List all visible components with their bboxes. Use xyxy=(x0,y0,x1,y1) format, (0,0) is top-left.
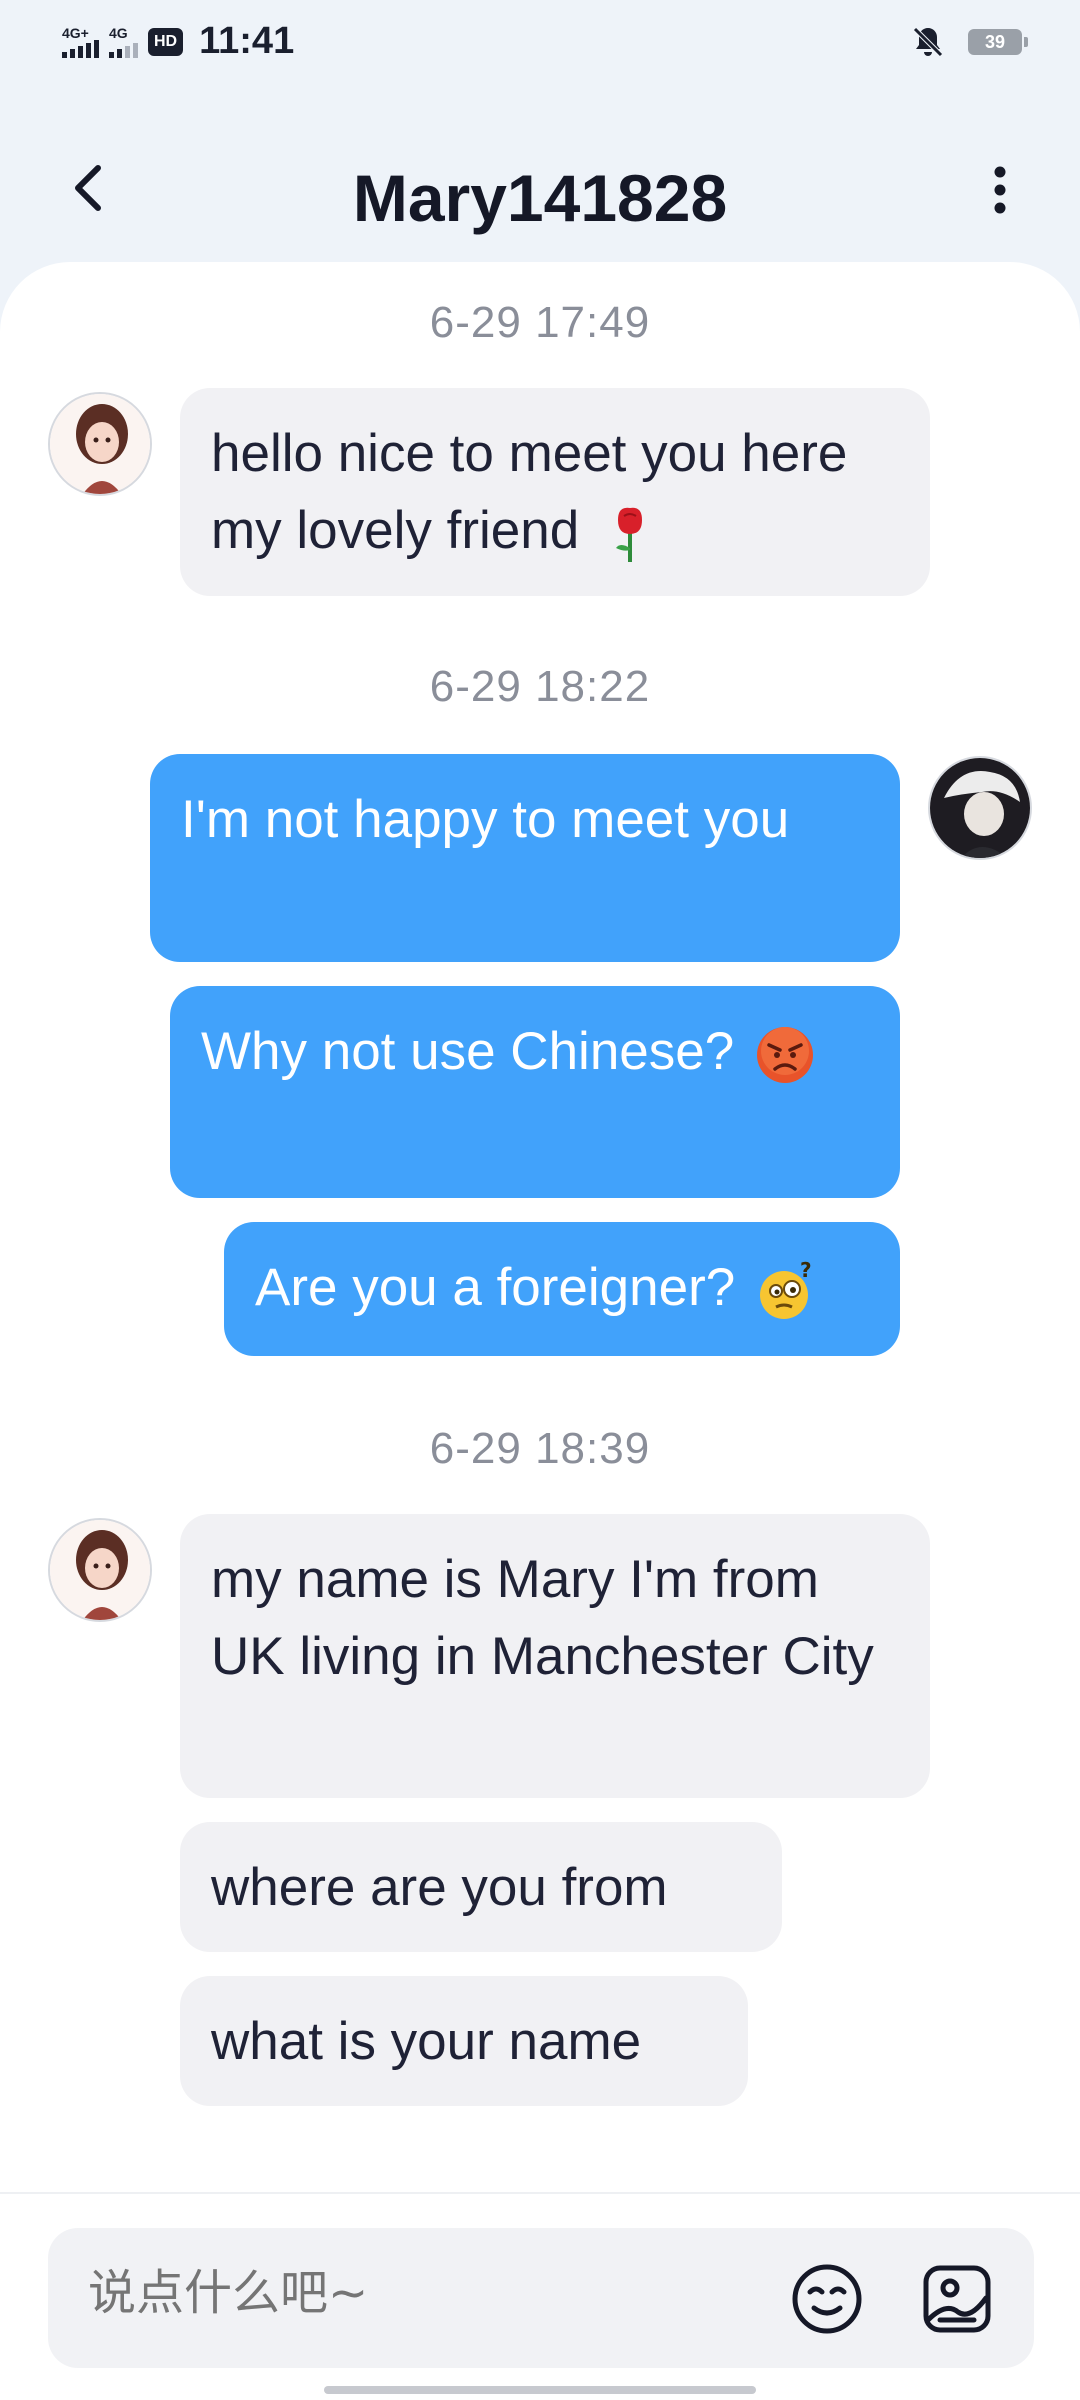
message-text: Are you a foreigner? xyxy=(255,1258,736,1317)
avatar-image xyxy=(50,1520,150,1620)
hd-badge: HD xyxy=(148,27,184,56)
message-bubble-incoming[interactable]: where are you from xyxy=(180,1822,782,1952)
timestamp: 6-29 18:22 xyxy=(429,662,651,711)
message-text: hello nice to meet you here my lovely fr… xyxy=(211,424,848,560)
chat-title: Mary141828 xyxy=(352,161,728,235)
network-type-2: 4G xyxy=(109,24,128,41)
message-bubble-outgoing[interactable]: Are you a foreigner? ? xyxy=(224,1222,900,1356)
avatar-image xyxy=(50,394,150,494)
svg-text:?: ? xyxy=(800,1259,812,1282)
message-bubble-incoming[interactable]: my name is Mary I'm from UK living in Ma… xyxy=(180,1514,930,1798)
smiley-icon xyxy=(792,2264,862,2334)
rose-emoji-icon xyxy=(615,507,642,562)
message-composer xyxy=(0,2192,1080,2400)
home-indicator[interactable] xyxy=(324,2386,756,2394)
angry-face-emoji-icon xyxy=(756,1027,813,1083)
emoji-button[interactable] xyxy=(790,2262,864,2336)
signal-bars-1-icon xyxy=(62,39,99,58)
message-bubble-outgoing[interactable]: Why not use Chinese? xyxy=(170,986,900,1198)
message-text: my name is Mary I'm from UK living in Ma… xyxy=(211,1550,874,1686)
image-button[interactable] xyxy=(920,2262,994,2336)
battery-level: 39 xyxy=(984,31,1006,52)
message-input-box[interactable] xyxy=(48,2228,1034,2368)
network-type-1: 4G+ xyxy=(62,24,89,41)
more-vertical-icon xyxy=(994,166,1006,214)
message-bubble-outgoing[interactable]: I'm not happy to meet you xyxy=(150,754,900,962)
chat-header: Mary141828 xyxy=(0,130,1080,260)
chat-panel[interactable]: 6-29 17:49 hello nice to meet you here m… xyxy=(0,262,1080,2192)
message-text: I'm not happy to meet you xyxy=(181,790,790,849)
avatar-self[interactable] xyxy=(928,756,1032,860)
status-right: 39 xyxy=(910,24,1028,60)
message-input[interactable] xyxy=(86,2264,770,2322)
timestamp: 6-29 18:39 xyxy=(429,1424,651,1473)
message-text: where are you from xyxy=(211,1858,668,1917)
message-text: what is your name xyxy=(211,2012,642,2071)
avatar-mary[interactable] xyxy=(48,392,152,496)
message-bubble-incoming[interactable]: what is your name xyxy=(180,1976,748,2106)
confused-face-emoji-icon: ? xyxy=(759,1259,812,1319)
status-left: 4G+ 4G HD 11:41 xyxy=(62,20,294,63)
timestamp: 6-29 17:49 xyxy=(429,298,651,347)
image-icon xyxy=(923,2265,991,2333)
signal-1: 4G+ xyxy=(62,26,99,58)
avatar-mary[interactable] xyxy=(48,1518,152,1622)
signal-2: 4G xyxy=(109,26,138,58)
battery-icon: 39 xyxy=(968,29,1028,55)
mute-bell-icon xyxy=(913,27,943,57)
more-options-button[interactable] xyxy=(970,160,1030,220)
message-bubble-incoming[interactable]: hello nice to meet you here my lovely fr… xyxy=(180,388,930,596)
signal-bars-2-icon xyxy=(109,40,138,58)
avatar-image xyxy=(930,758,1030,858)
clock: 11:41 xyxy=(199,20,295,62)
status-bar: 4G+ 4G HD 11:41 39 xyxy=(0,0,1080,90)
message-text: Why not use Chinese? xyxy=(201,1022,735,1081)
